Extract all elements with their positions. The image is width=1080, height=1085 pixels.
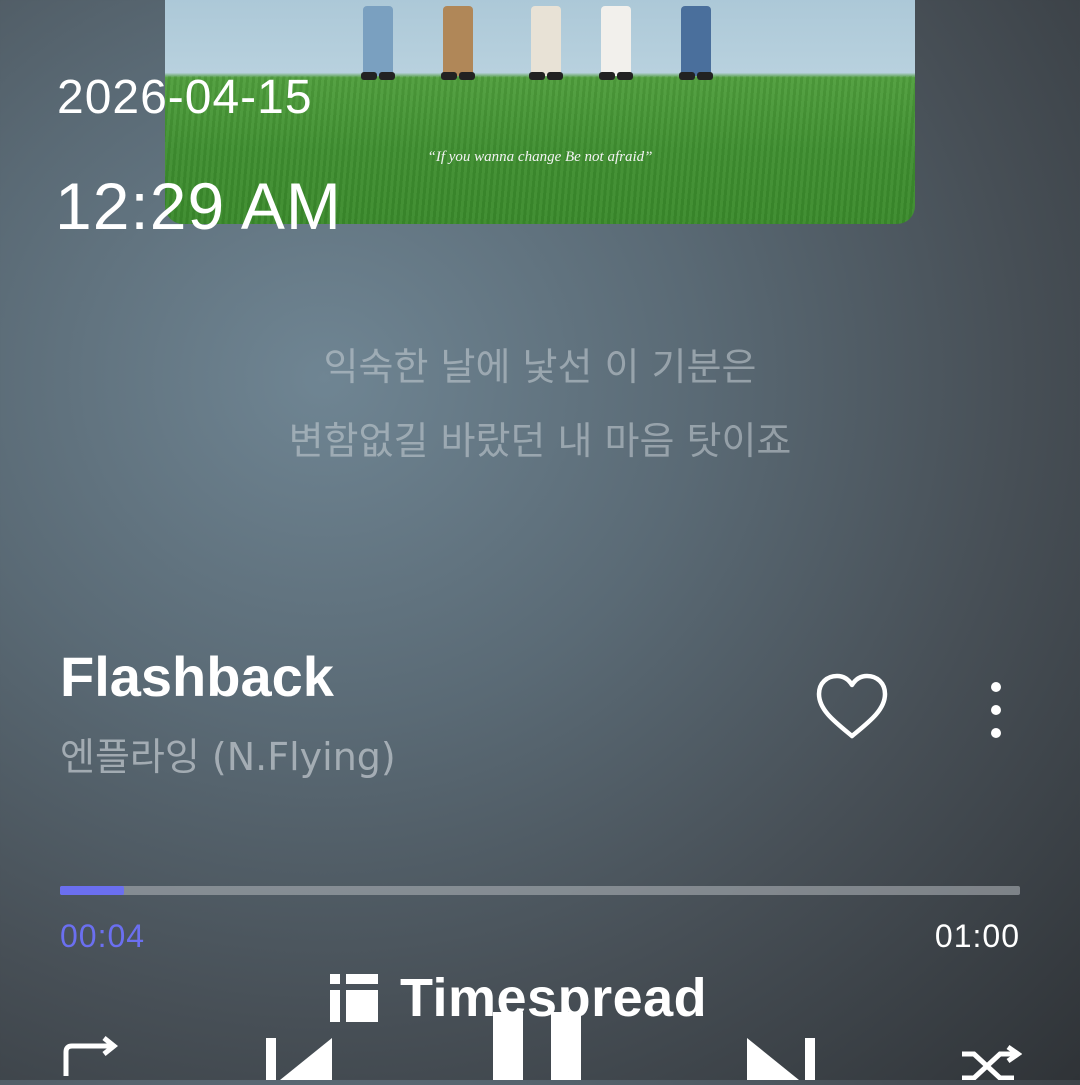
album-figure — [595, 0, 637, 80]
elapsed-time: 00:04 — [60, 918, 146, 954]
pause-icon[interactable] — [493, 1012, 589, 1085]
album-figure — [525, 0, 567, 80]
time-label: 12:29 AM — [55, 169, 342, 243]
heart-icon[interactable] — [815, 672, 889, 742]
total-time: 01:00 — [934, 918, 1020, 954]
lyric-line: 변함없길 바랐던 내 마음 탓이죠 — [288, 419, 792, 463]
timespread-logo-icon — [330, 974, 378, 1022]
date-label: 2026-04-15 — [57, 71, 313, 124]
lyric-line: 익숙한 날에 낯선 이 기분은 — [323, 345, 757, 389]
album-figure — [357, 0, 399, 80]
progress-bar[interactable] — [60, 886, 1020, 895]
skip-next-icon[interactable] — [747, 1038, 817, 1085]
track-title: Flashback — [60, 645, 334, 708]
skip-previous-icon[interactable] — [266, 1038, 336, 1085]
track-artist[interactable]: 엔플라잉 (N.Flying) — [60, 726, 396, 781]
progress-fill — [60, 886, 125, 895]
album-quote: “If you wanna change Be not afraid” — [427, 149, 653, 165]
album-figure — [437, 0, 479, 80]
repeat-icon[interactable] — [62, 1030, 122, 1085]
more-vertical-icon[interactable] — [978, 676, 1014, 740]
shuffle-icon[interactable] — [960, 1044, 1023, 1085]
album-figure — [675, 0, 717, 80]
